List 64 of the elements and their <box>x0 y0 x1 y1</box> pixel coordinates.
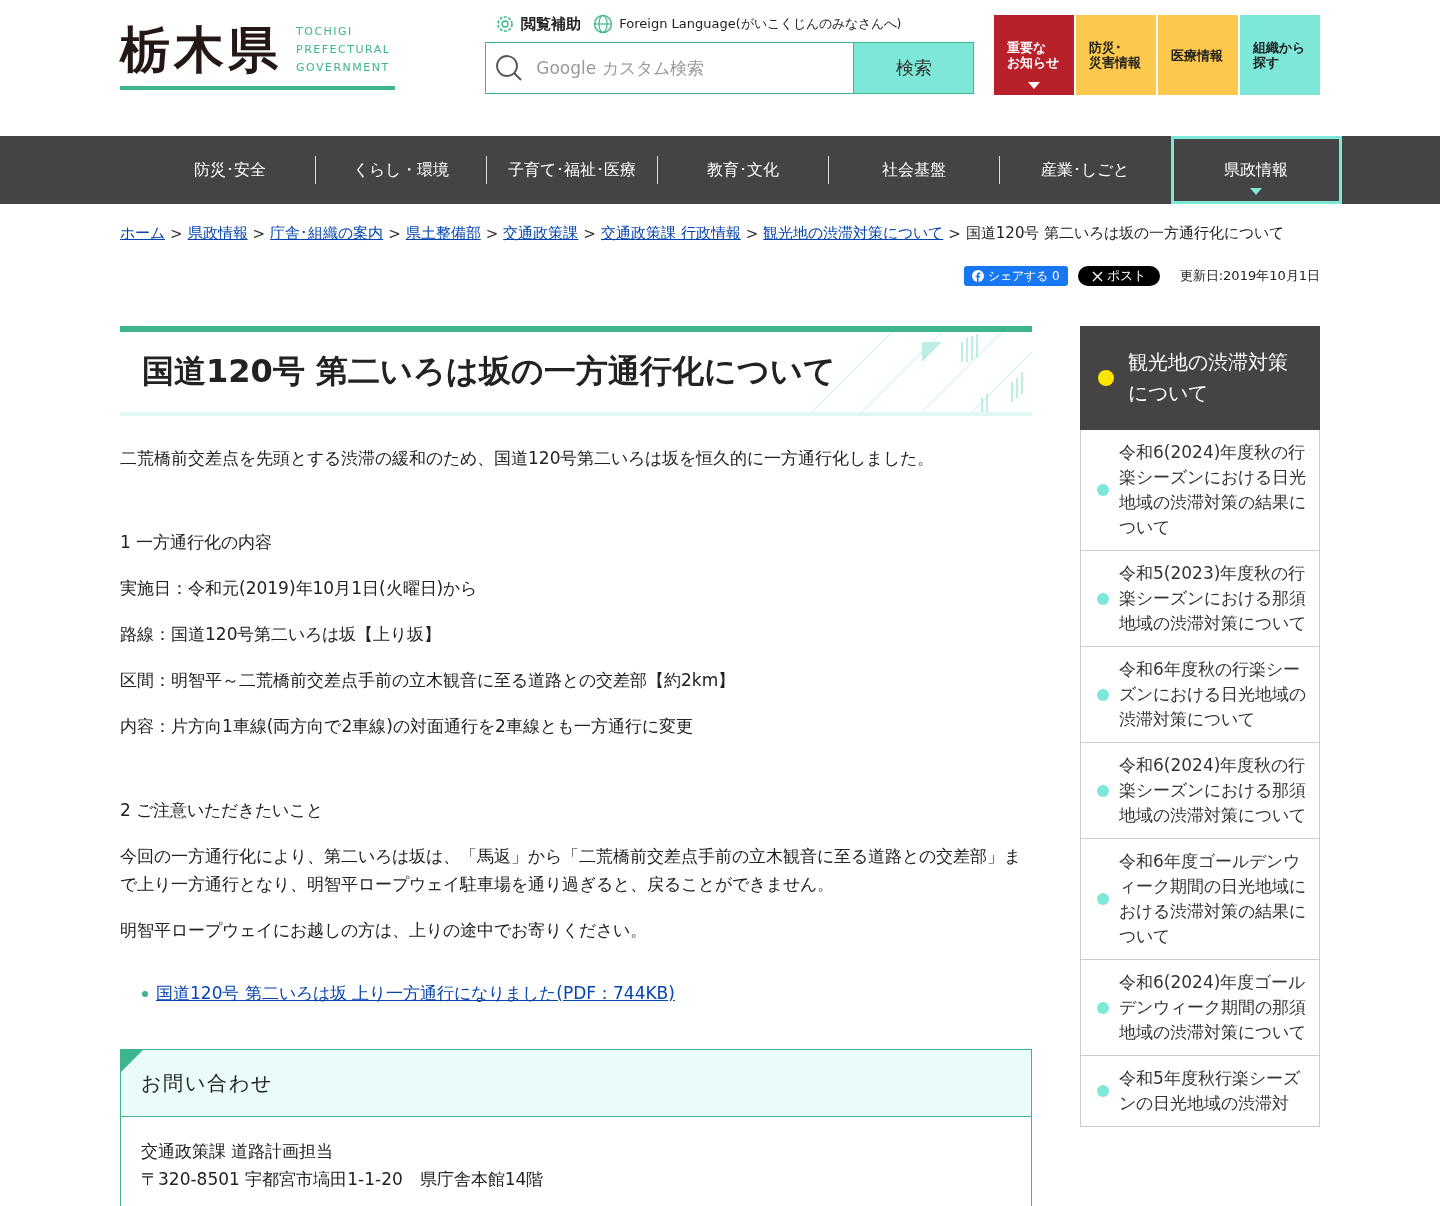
body-text: 区間：明智平～二荒橋前交差点手前の立木観音に至る道路との交差部【約2km】 <box>120 669 737 692</box>
quick-link-tile[interactable]: 重要な お知らせ <box>994 15 1074 95</box>
body-text: 路線：国道120号第二いろは坂【上り坂】 <box>120 623 443 646</box>
nav-tab[interactable]: 子育て･福祉･医療 <box>486 156 658 184</box>
nav-tab[interactable]: 産業･しごと <box>999 156 1171 184</box>
body-text: 1 一方通行化の内容 <box>120 531 274 554</box>
pdf-link[interactable]: 国道120号 第二いろは坂 上り一方通行になりました(PDF：744KB) <box>156 982 675 1005</box>
sidebar-link[interactable]: 令和6(2024)年度ゴールデンウィーク期間の那須地域の渋滞対策について <box>1080 960 1320 1056</box>
breadcrumb-link[interactable]: 県土整備部 <box>405 224 481 243</box>
updated-date: 更新日:2019年10月1日 <box>1179 267 1320 285</box>
body-text: 実施日：令和元(2019)年10月1日(火曜日)から <box>120 577 479 600</box>
contact-text: 交通政策課 道路計画担当 <box>141 1140 335 1163</box>
body-text: 内容：片方向1車線(両方向で2車線)の対面通行を2車線とも一方通行に変更 <box>120 715 694 738</box>
nav-tab[interactable]: 社会基盤 <box>828 156 1000 184</box>
search-field[interactable]: Google カスタム検索 <box>485 42 854 94</box>
body-text: 今回の一方通行化により、第二いろは坂は、「馬返」から「二荒橋前交差点手前の立木観音に至る道路との交差部」まで上り一方通行となり、明智平ロープウェイ駐車場を通り過ぎると、戻ることができません。 <box>120 845 1022 896</box>
body-text: 二荒橋前交差点を先頭とする渋滞の緩和のため、国道120号第二いろは坂を恒久的に一方通行化しました。 <box>120 447 936 470</box>
breadcrumb-link[interactable]: 観光地の渋滞対策について <box>763 224 944 243</box>
breadcrumb-link[interactable]: ホーム <box>120 224 165 243</box>
breadcrumb-separator: > <box>388 224 401 243</box>
sidebar-link[interactable]: 令和6年度秋の行楽シーズンにおける日光地域の渋滞対策について <box>1080 647 1320 743</box>
sidebar-link[interactable]: 令和6年度ゴールデンウィーク期間の日光地域における渋滞対策の結果について <box>1080 839 1320 960</box>
facebook-icon <box>972 270 985 282</box>
breadcrumb-separator: > <box>485 224 499 243</box>
breadcrumb-separator: > <box>252 224 266 243</box>
sidebar-link[interactable]: 令和6(2024)年度秋の行楽シーズンにおける那須地域の渋滞対策について <box>1080 743 1320 839</box>
breadcrumb-separator: > <box>583 224 596 243</box>
nav-tab[interactable]: 教育･文化 <box>657 156 829 184</box>
breadcrumb-separator: > <box>745 224 759 243</box>
x-logo-icon <box>1091 270 1103 282</box>
sidebar-link[interactable]: 令和5年度秋行楽シーズンの日光地域の渋滞対 <box>1080 1056 1320 1127</box>
sidebar-link[interactable]: 令和5(2023)年度秋の行楽シーズンにおける那須地域の渋滞対策について <box>1080 551 1320 647</box>
logo-english: TOCHIGI PREFECTURAL GOVERNMENT <box>296 24 391 76</box>
search-icon <box>495 54 524 82</box>
search-button[interactable]: 検索 <box>854 42 974 94</box>
body-text: 2 ご注意いただきたいこと <box>120 799 325 822</box>
breadcrumb-separator: > <box>170 224 183 243</box>
breadcrumb-link[interactable]: 交通政策課 <box>503 224 579 243</box>
globe-icon <box>593 14 614 34</box>
nav-tab[interactable]: 防災･安全 <box>144 156 316 184</box>
breadcrumb-link[interactable]: 県政情報 <box>187 224 248 243</box>
sidebar-link[interactable]: 令和6(2024)年度秋の行楽シーズンにおける日光地域の渋滞対策の結果について <box>1080 430 1320 551</box>
breadcrumb-separator: > <box>948 224 961 243</box>
site-logo[interactable]: 栃木県 TOCHIGI PREFECTURAL GOVERNMENT <box>120 20 396 90</box>
nav-tab[interactable]: くらし・環境 <box>315 156 487 184</box>
sidebar-title: 観光地の渋滞対策について <box>1128 349 1289 407</box>
language-link[interactable]: Foreign Language(がいこくじんのみなさんへ) <box>593 14 902 34</box>
logo-kanji: 栃木県 <box>120 20 282 80</box>
facebook-share-button[interactable]: シェアする 0 <box>964 266 1068 286</box>
quick-link-tile[interactable]: 防災･ 災害情報 <box>1076 15 1156 95</box>
contact-title: お問い合わせ <box>141 1069 273 1097</box>
breadcrumb-current: 国道120号 第二いろは坂の一方通行化について <box>965 224 1285 243</box>
quick-link-tile[interactable]: 組織から 探す <box>1240 15 1320 95</box>
bullet-icon <box>142 990 148 997</box>
nav-tab[interactable]: 県政情報 <box>1170 136 1342 204</box>
breadcrumb-link[interactable]: 交通政策課 行政情報 <box>600 224 741 243</box>
page-title: 国道120号 第二いろは坂の一方通行化について <box>142 351 836 392</box>
body-text: 明智平ロープウェイにお越しの方は、上りの途中でお寄りください。 <box>120 919 648 942</box>
contact-text: 〒320-8501 宇都宮市塙田1-1-20 県庁舎本館14階 <box>141 1168 545 1191</box>
accessibility-link[interactable]: 閲覧補助 <box>495 14 582 34</box>
x-post-button[interactable]: ポスト <box>1077 266 1160 286</box>
breadcrumb-link[interactable]: 庁舎･組織の案内 <box>270 224 384 243</box>
quick-link-tile[interactable]: 医療情報 <box>1158 15 1238 95</box>
gear-icon <box>495 14 516 34</box>
